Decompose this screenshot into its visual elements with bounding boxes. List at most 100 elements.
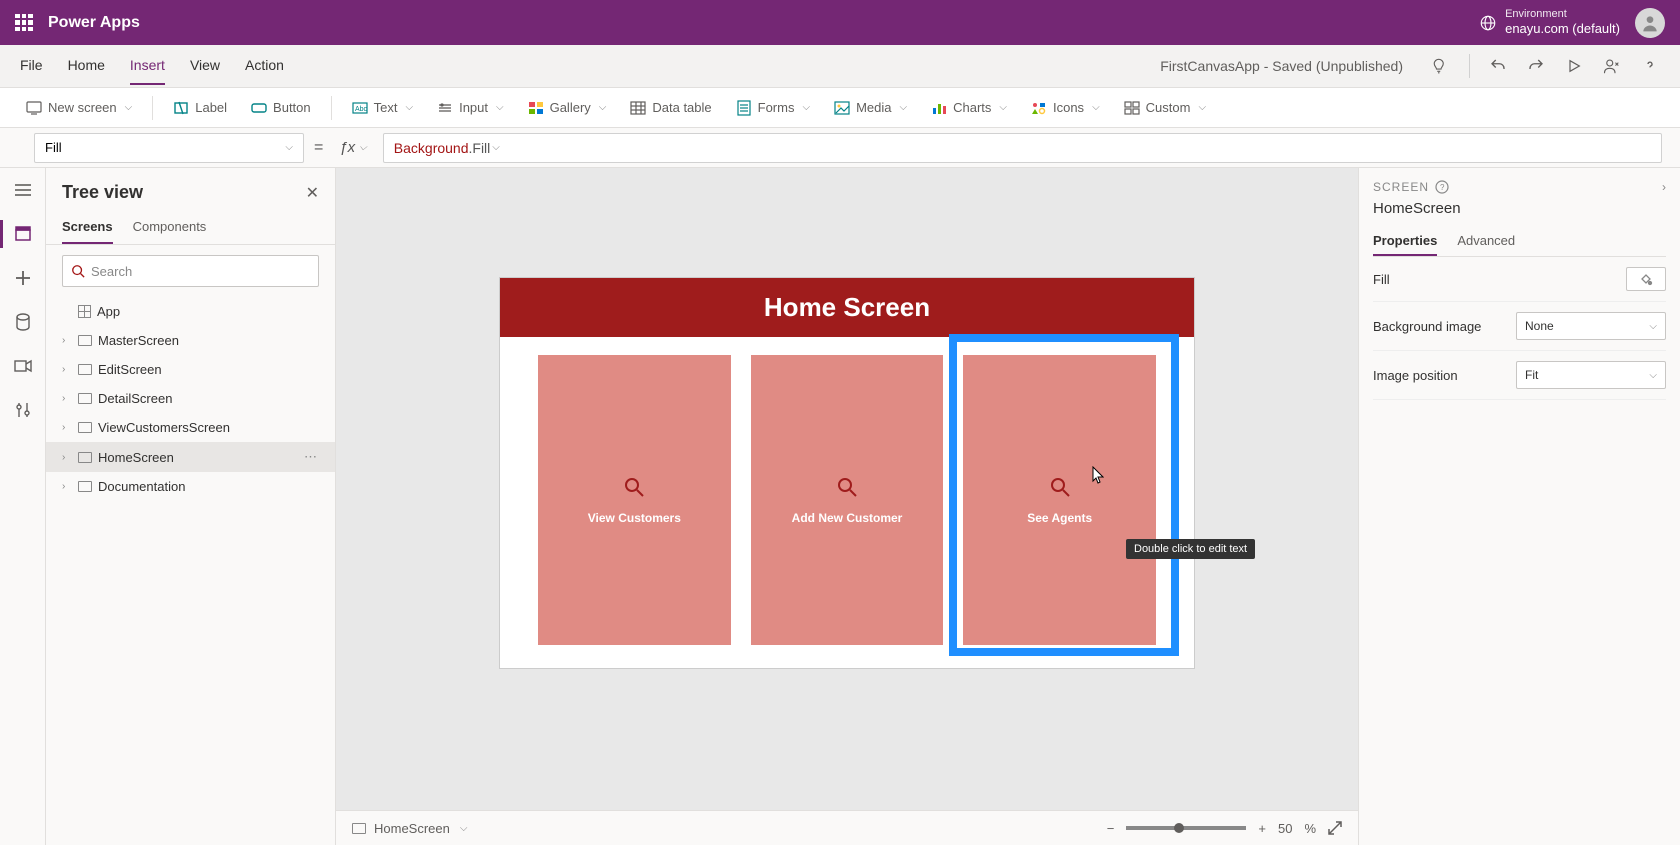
text-dropdown[interactable]: Abc Text⌵	[344, 95, 421, 121]
chevron-right-icon: ›	[62, 452, 72, 463]
chevron-right-icon: ›	[62, 335, 72, 346]
img-pos-select[interactable]: Fit ⌵	[1516, 361, 1666, 389]
screen-icon	[352, 823, 366, 834]
zoom-in-icon[interactable]: +	[1258, 821, 1266, 836]
rail-data-icon[interactable]	[13, 312, 33, 332]
canvas-screen[interactable]: Home Screen View Customers Add New Custo…	[500, 278, 1194, 668]
screen-icon	[78, 481, 92, 492]
menu-view[interactable]: View	[190, 47, 220, 85]
media-dropdown[interactable]: Media ⌵	[826, 95, 915, 121]
bg-image-select[interactable]: None ⌵	[1516, 312, 1666, 340]
canvas-area[interactable]: Home Screen View Customers Add New Custo…	[336, 168, 1358, 845]
property-selector[interactable]: Fill ⌵	[34, 133, 304, 163]
app-status-text: FirstCanvasApp - Saved (Unpublished)	[1160, 58, 1403, 74]
edit-tooltip: Double click to edit text	[1126, 539, 1255, 559]
tile-add-customer[interactable]: Add New Customer	[751, 355, 944, 645]
screen-icon	[78, 422, 92, 433]
rail-hamburger-icon[interactable]	[13, 180, 33, 200]
tree-item-screen[interactable]: › DetailScreen	[46, 384, 335, 413]
chevron-down-icon[interactable]: ⌵	[460, 823, 468, 834]
input-dropdown[interactable]: Input⌵	[429, 95, 512, 121]
gallery-icon	[528, 100, 544, 116]
custom-dropdown[interactable]: Custom⌵	[1116, 95, 1214, 121]
user-avatar[interactable]	[1635, 8, 1665, 38]
tree-item-app[interactable]: App	[46, 297, 335, 326]
help-icon[interactable]	[1640, 56, 1660, 76]
screen-title-label[interactable]: Home Screen	[500, 278, 1194, 337]
tile-see-agents[interactable]: See Agents	[963, 355, 1156, 645]
gallery-dropdown[interactable]: Gallery⌵	[520, 95, 615, 121]
charts-dropdown[interactable]: Charts⌵	[923, 95, 1015, 121]
waffle-icon[interactable]	[15, 14, 33, 32]
tab-components[interactable]: Components	[133, 211, 207, 244]
props-element-name: HomeScreen	[1373, 200, 1666, 217]
prop-row-fill: Fill	[1373, 257, 1666, 302]
prop-row-img-pos: Image position Fit ⌵	[1373, 351, 1666, 400]
button-button[interactable]: Button	[243, 95, 319, 121]
fit-screen-icon[interactable]	[1328, 821, 1342, 835]
chevron-down-icon: ⌵	[405, 102, 413, 113]
icons-dropdown[interactable]: Icons⌵	[1023, 95, 1108, 121]
share-icon[interactable]	[1602, 56, 1622, 76]
text-icon: Abc	[352, 100, 368, 116]
props-type: SCREEN ?	[1373, 180, 1449, 194]
tab-properties[interactable]: Properties	[1373, 227, 1437, 256]
close-icon[interactable]: ✕	[306, 183, 319, 203]
tree-item-screen[interactable]: › HomeScreen ⋯	[46, 442, 335, 472]
zoom-thumb[interactable]	[1174, 823, 1184, 833]
tab-screens[interactable]: Screens	[62, 211, 113, 244]
chevron-down-icon: ⌵	[999, 102, 1007, 113]
search-input[interactable]: Search	[62, 255, 319, 287]
tree-item-screen[interactable]: › MasterScreen	[46, 326, 335, 355]
globe-icon	[1479, 14, 1497, 32]
tree-search-wrap: Search	[62, 255, 319, 287]
header-left: Power Apps	[15, 14, 140, 32]
person-icon	[1640, 13, 1660, 33]
rail-insert-icon[interactable]	[13, 268, 33, 288]
chevron-right-icon[interactable]: ›	[1662, 180, 1666, 194]
menu-file[interactable]: File	[20, 47, 43, 85]
fill-color-picker[interactable]	[1626, 267, 1666, 291]
app-checker-icon[interactable]	[1431, 56, 1451, 76]
prop-label: Image position	[1373, 368, 1458, 383]
menu-action[interactable]: Action	[245, 47, 284, 85]
rail-advanced-icon[interactable]	[13, 400, 33, 420]
media-label: Media	[856, 100, 891, 115]
zoom-value: 50	[1278, 821, 1292, 836]
search-icon	[835, 475, 859, 499]
tree-item-screen[interactable]: › EditScreen	[46, 355, 335, 384]
undo-icon[interactable]	[1488, 56, 1508, 76]
new-screen-button[interactable]: New screen⌵	[18, 95, 140, 121]
properties-panel: SCREEN ? › HomeScreen Properties Advance…	[1358, 168, 1680, 845]
tree-item-screen[interactable]: › Documentation	[46, 472, 335, 501]
play-icon[interactable]	[1564, 56, 1584, 76]
forms-dropdown[interactable]: Forms⌵	[728, 95, 818, 121]
info-icon[interactable]: ?	[1435, 180, 1449, 194]
zoom-slider[interactable]	[1126, 826, 1246, 830]
chevron-down-icon: ⌵	[900, 102, 908, 113]
tile-view-customers[interactable]: View Customers	[538, 355, 731, 645]
label-button[interactable]: Label	[165, 95, 235, 121]
menu-home[interactable]: Home	[68, 47, 105, 85]
environment-name: enayu.com (default)	[1505, 21, 1620, 37]
tile-label: View Customers	[588, 511, 681, 525]
tab-advanced[interactable]: Advanced	[1457, 227, 1515, 256]
formula-input[interactable]: Background.Fill ⌵	[383, 133, 1662, 163]
rail-media-icon[interactable]	[13, 356, 33, 376]
environment-label: Environment	[1505, 8, 1620, 21]
more-icon[interactable]: ⋯	[304, 449, 319, 465]
zoom-percent: %	[1304, 821, 1316, 836]
data-table-button[interactable]: Data table	[622, 95, 719, 121]
screen-icon	[78, 364, 92, 375]
redo-icon[interactable]	[1526, 56, 1546, 76]
status-bar: HomeScreen ⌵ − + 50 %	[336, 810, 1358, 845]
main-area: Tree view ✕ Screens Components Search Ap…	[0, 168, 1680, 845]
zoom-out-icon[interactable]: −	[1107, 821, 1115, 836]
fx-icon[interactable]: ƒx⌵	[333, 139, 372, 156]
rail-tree-icon[interactable]	[13, 224, 33, 244]
cursor-icon	[1092, 466, 1104, 484]
tree-item-screen[interactable]: › ViewCustomersScreen	[46, 413, 335, 442]
chevron-down-icon: ⌵	[359, 142, 367, 153]
environment-picker[interactable]: Environment enayu.com (default)	[1479, 8, 1620, 37]
menu-insert[interactable]: Insert	[130, 47, 165, 85]
